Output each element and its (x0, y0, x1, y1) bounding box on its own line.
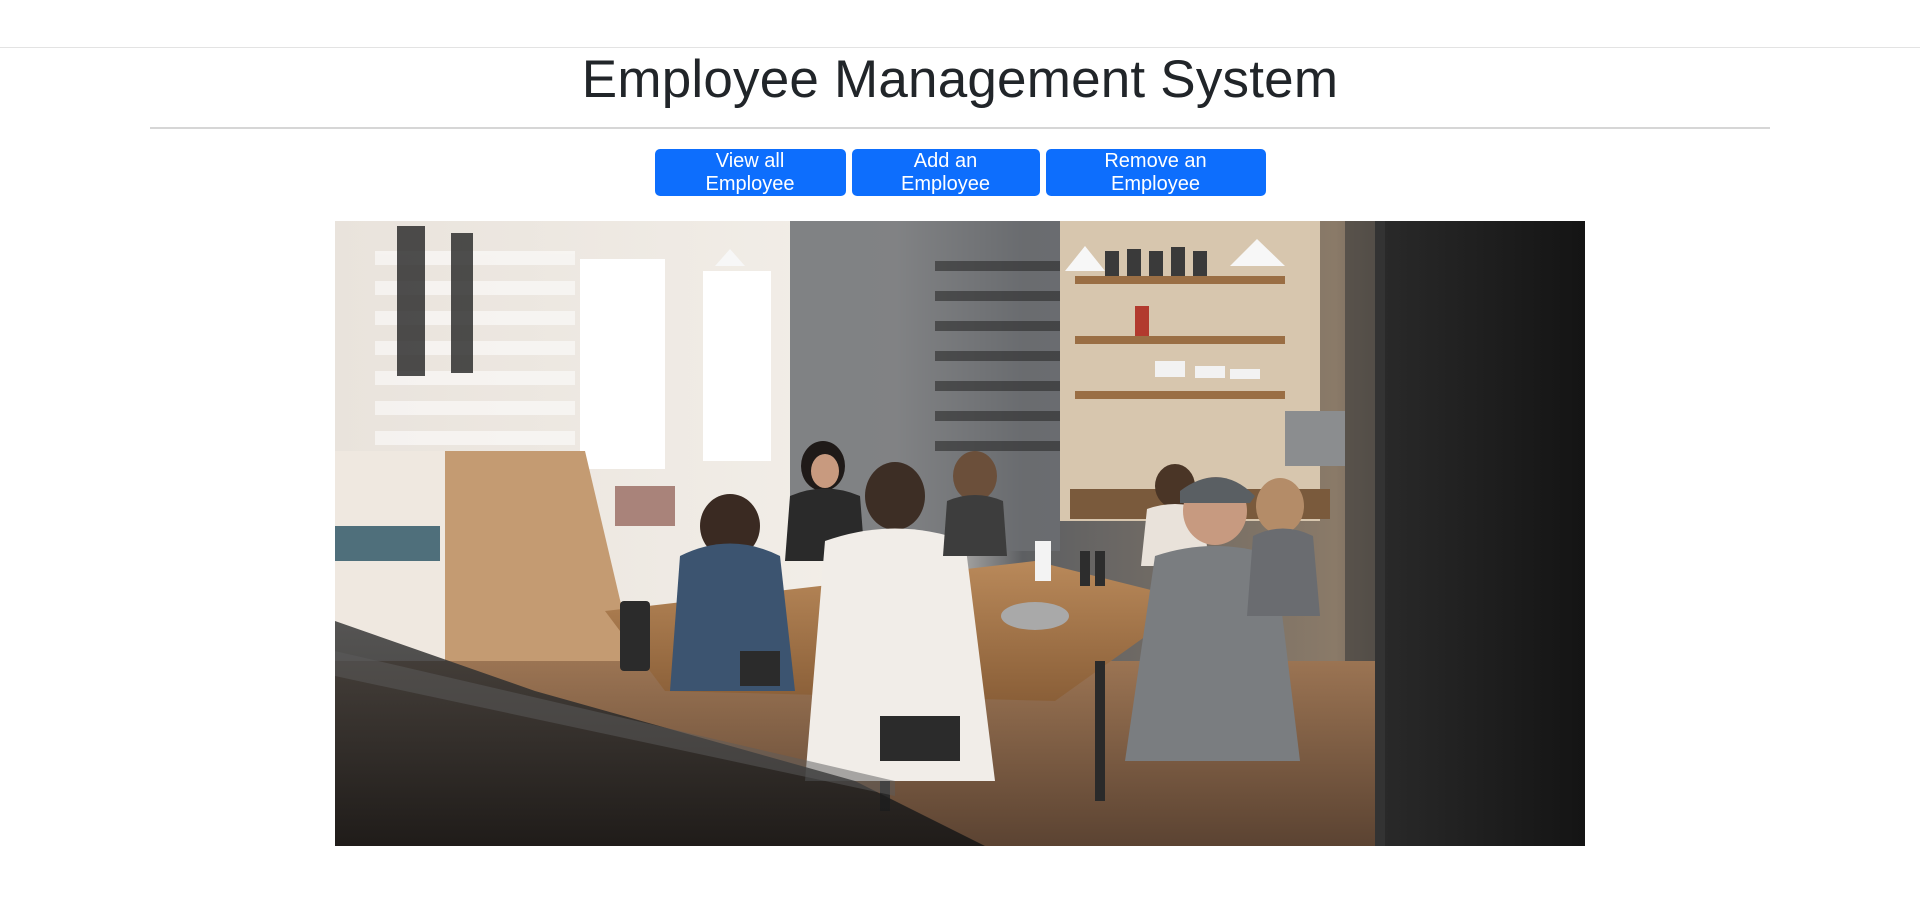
add-employee-button[interactable]: Add an Employee (851, 149, 1040, 196)
view-all-employee-button[interactable]: View all Employee (654, 149, 846, 196)
remove-employee-button[interactable]: Remove an Employee (1045, 149, 1266, 196)
hero-image (335, 221, 1585, 846)
title-divider (150, 127, 1770, 129)
page-title: Employee Management System (581, 50, 1339, 109)
action-button-group: View all Employee Add an Employee Remove… (0, 149, 1920, 196)
top-navbar (0, 0, 1920, 48)
